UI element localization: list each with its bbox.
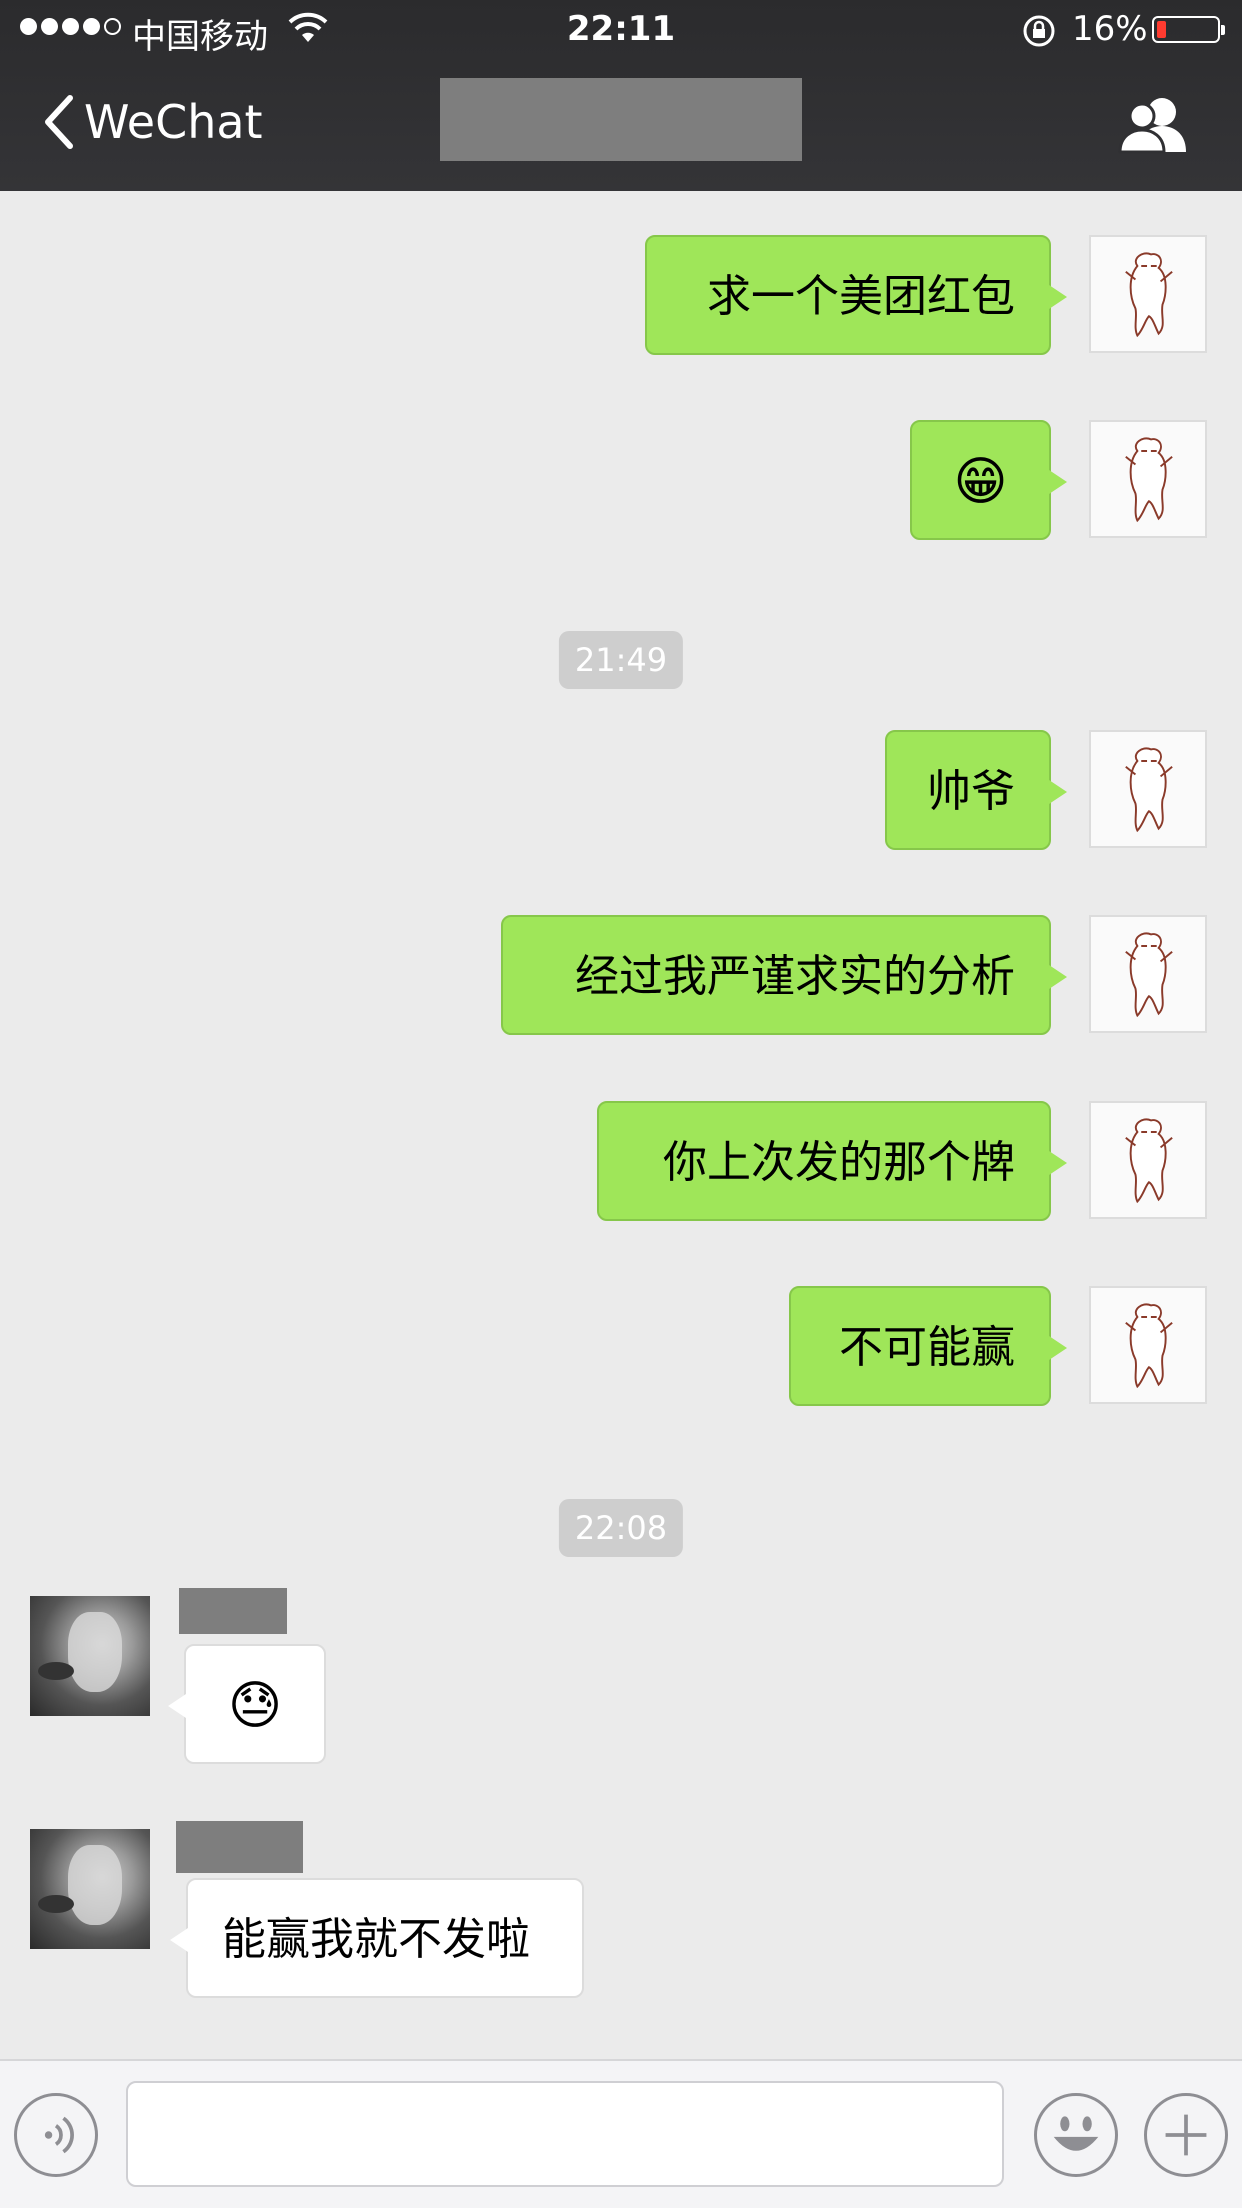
emoji-button[interactable] [1034, 2093, 1118, 2177]
message-bubble-received[interactable]: 能赢我就不发啦 [170, 1878, 584, 1998]
navigation-bar: WeChat [0, 62, 1242, 191]
battery-icon [1152, 16, 1225, 43]
back-label: WeChat [84, 95, 263, 149]
plus-icon [1165, 2114, 1207, 2156]
contact-avatar[interactable] [30, 1596, 150, 1716]
rotation-lock-icon [1023, 15, 1055, 47]
chevron-left-icon [45, 95, 73, 149]
top-bar: 中国移动 22:11 16% WeChat [0, 0, 1242, 191]
message-bubble-sent[interactable]: 😁 [910, 420, 1067, 540]
doodle-avatar-icon [1091, 422, 1205, 536]
doodle-avatar-icon [1091, 732, 1205, 846]
doodle-avatar-icon [1091, 917, 1205, 1031]
smiley-icon [1053, 2116, 1099, 2151]
my-avatar[interactable] [1089, 235, 1207, 353]
my-avatar[interactable] [1089, 730, 1207, 848]
message-input[interactable] [126, 2081, 1004, 2187]
status-bar: 中国移动 22:11 16% [0, 0, 1242, 62]
doodle-avatar-icon [1091, 1288, 1205, 1402]
contacts-icon[interactable] [1116, 94, 1192, 154]
battery-percent: 16% [1072, 9, 1148, 49]
sender-name-redacted [179, 1588, 287, 1634]
message-bubble-sent[interactable]: 求一个美团红包 [645, 235, 1067, 355]
my-avatar[interactable] [1089, 1101, 1207, 1219]
my-avatar[interactable] [1089, 1286, 1207, 1404]
message-list[interactable]: 求一个美团红包 😁 21:49 帅爷 经过我严谨求实的分析 你上次发的那个牌 不… [0, 191, 1242, 2059]
sender-name-redacted [176, 1821, 303, 1873]
more-button[interactable] [1144, 2093, 1228, 2177]
message-bubble-sent[interactable]: 帅爷 [885, 730, 1067, 850]
timestamp: 21:49 [558, 631, 684, 689]
battery-level [1157, 21, 1166, 38]
doodle-avatar-icon [1091, 237, 1205, 351]
back-button[interactable]: WeChat [40, 92, 263, 152]
message-bubble-sent[interactable]: 你上次发的那个牌 [597, 1101, 1067, 1221]
chat-screen: 中国移动 22:11 16% WeChat 求一个美团红包 😁 21:49 帅爷… [0, 0, 1242, 2208]
voice-icon [44, 2116, 74, 2154]
contact-avatar[interactable] [30, 1829, 150, 1949]
my-avatar[interactable] [1089, 420, 1207, 538]
chat-title-redacted [440, 78, 802, 161]
voice-button[interactable] [14, 2093, 98, 2177]
my-avatar[interactable] [1089, 915, 1207, 1033]
timestamp: 22:08 [558, 1499, 684, 1557]
message-bubble-sent[interactable]: 不可能赢 [789, 1286, 1067, 1406]
chat-input-bar [0, 2059, 1242, 2208]
message-bubble-received[interactable]: 😓 [168, 1644, 326, 1764]
doodle-avatar-icon [1091, 1103, 1205, 1217]
message-bubble-sent[interactable]: 经过我严谨求实的分析 [501, 915, 1067, 1035]
